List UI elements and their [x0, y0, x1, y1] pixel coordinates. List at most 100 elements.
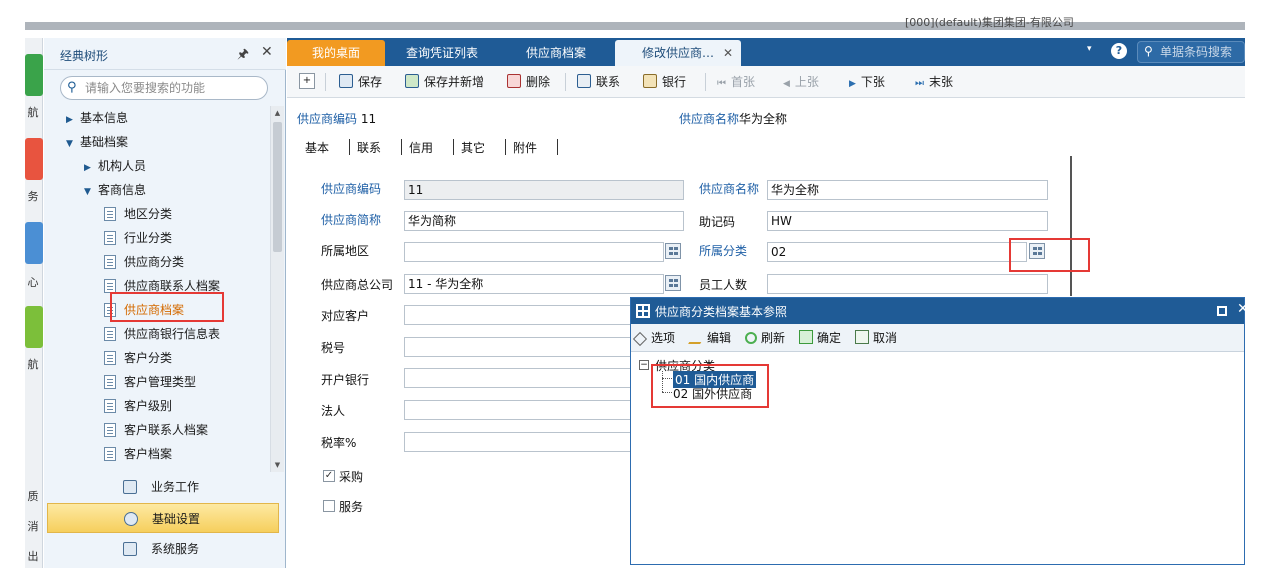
tree-node-customer-level[interactable]: 客户级别 [104, 394, 172, 418]
subtab-contact[interactable]: 联系 [357, 139, 381, 156]
function-search-box[interactable]: ⚲ [60, 76, 268, 100]
tree-node-basic-archives[interactable]: ▼ 基础档案 [66, 130, 128, 154]
bank-label: 开户银行 [321, 373, 370, 387]
tree-node-supplier-bank-info[interactable]: 供应商银行信息表 [104, 322, 220, 346]
subtab-credit[interactable]: 信用 [409, 139, 433, 156]
tree-node-supplier-category[interactable]: 供应商分类 [104, 250, 184, 274]
subtab-other[interactable]: 其它 [461, 139, 485, 156]
last-record-button[interactable]: ⏭ 末张 [915, 73, 953, 91]
tree-node-customer-category[interactable]: 客户分类 [104, 346, 172, 370]
tree-node-customer-contacts[interactable]: 客户联系人档案 [104, 418, 208, 442]
save-button[interactable]: 保存 [339, 73, 382, 91]
parent-company-reference-icon[interactable] [665, 275, 681, 291]
employees-field[interactable] [767, 274, 1048, 294]
next-icon: ▶ [849, 79, 856, 89]
supplier-name-field[interactable]: 华为全称 [767, 180, 1048, 200]
refresh-button[interactable]: 刷新 [745, 329, 785, 347]
scroll-down-icon[interactable]: ▼ [271, 458, 284, 472]
subtab-basic[interactable]: 基本 [305, 139, 329, 156]
barcode-search-box[interactable]: ⚲ [1137, 41, 1245, 63]
service-checkbox[interactable] [323, 500, 335, 512]
scroll-thumb[interactable] [273, 122, 282, 252]
rail-module-green-icon[interactable] [25, 54, 43, 96]
tab-edit-supplier[interactable]: 修改供应商… ✕ [615, 40, 741, 66]
parent-company-field[interactable]: 11 - 华为全称 [404, 274, 664, 294]
options-button[interactable]: 选项 [632, 329, 675, 347]
supplier-abbr-field[interactable]: 华为简称 [404, 211, 684, 231]
dialog-title-bar[interactable]: 供应商分类档案基本参照 ✕ [631, 298, 1249, 324]
purchase-checkbox[interactable]: ✓ [323, 470, 335, 482]
tab-voucher-list[interactable]: 查询凭证列表 [387, 40, 497, 66]
last-icon: ⏭ [915, 78, 924, 89]
tab-dropdown-icon[interactable]: ▾ [1087, 44, 1092, 54]
first-record-button[interactable]: ⏮ 首张 [717, 73, 755, 91]
tree-node-industry-category[interactable]: 行业分类 [104, 226, 172, 250]
previous-record-button[interactable]: ◀ 上张 [783, 73, 819, 91]
rail-module-lime-icon[interactable] [25, 306, 43, 348]
rail-label-6: 消 [27, 520, 39, 533]
pin-icon[interactable]: 🖈 [237, 45, 249, 67]
ok-button[interactable]: 确定 [799, 329, 841, 347]
tree-node-label: 机构人员 [98, 159, 147, 173]
tree-node-org-staff[interactable]: ▶ 机构人员 [84, 154, 146, 178]
tab-close-icon[interactable]: ✕ [723, 40, 733, 66]
service-label: 服务 [339, 500, 364, 514]
nav-label: 基础设置 [152, 512, 201, 526]
document-icon [104, 375, 116, 389]
edit-button[interactable]: 编辑 [688, 329, 731, 347]
nav-business-work[interactable]: 业务工作 [47, 472, 279, 502]
function-search-input[interactable] [85, 79, 263, 97]
header-supplier-code: 供应商编码 11 [297, 110, 376, 127]
tree-node-basic-info[interactable]: ▶ 基本信息 [66, 106, 128, 130]
search-icon: ⚲ [1144, 44, 1153, 58]
close-icon[interactable]: ✕ [261, 44, 273, 60]
business-work-icon [123, 480, 137, 494]
header-supplier-name: 供应商名称华为全称 [679, 110, 787, 127]
search-icon: ⚲ [67, 80, 77, 95]
header-code-value: 11 [360, 112, 377, 126]
subtab-attachment[interactable]: 附件 [513, 139, 537, 156]
panel-title: 经典树形 [60, 49, 109, 63]
tree-scrollbar[interactable]: ▲ ▼ [270, 106, 284, 472]
rail-module-blue-icon[interactable] [25, 222, 43, 264]
region-label: 所属地区 [321, 244, 370, 258]
tree-collapse-icon[interactable]: − [639, 360, 649, 370]
document-icon [104, 351, 116, 365]
first-label: 首张 [731, 75, 756, 89]
prev-label: 上张 [794, 75, 819, 89]
parent-company-label: 供应商总公司 [321, 278, 394, 292]
tree-node-customer-supplier-info[interactable]: ▼ 客商信息 [84, 178, 146, 202]
tab-my-desktop[interactable]: 我的桌面 [287, 40, 385, 66]
tab-supplier-archive[interactable]: 供应商档案 [501, 40, 611, 66]
region-field[interactable] [404, 242, 664, 262]
barcode-search-input[interactable] [1160, 43, 1244, 61]
bank-button[interactable]: 银行 [643, 73, 686, 91]
cancel-button[interactable]: 取消 [855, 329, 897, 347]
save-and-new-button[interactable]: 保存并新增 [405, 73, 484, 91]
tree-node-region-category[interactable]: 地区分类 [104, 202, 172, 226]
region-reference-icon[interactable] [665, 243, 681, 259]
add-icon[interactable]: + [299, 73, 315, 89]
chevron-down-icon: ▼ [84, 187, 91, 197]
dialog-close-icon[interactable]: ✕ [1237, 301, 1249, 317]
category-field[interactable]: 02 [767, 242, 1027, 262]
scroll-up-icon[interactable]: ▲ [271, 106, 284, 120]
mnemonic-field[interactable]: HW [767, 211, 1048, 231]
tree-node-customer-archive[interactable]: 客户档案 [104, 442, 172, 466]
document-icon [104, 399, 116, 413]
help-icon[interactable]: ? [1111, 43, 1127, 59]
rail-label-2: 务 [27, 190, 39, 203]
nav-system-service[interactable]: 系统服务 [47, 534, 279, 564]
tree-node-label: 客户档案 [124, 447, 173, 461]
next-record-button[interactable]: ▶ 下张 [849, 73, 885, 91]
contact-button[interactable]: 联系 [577, 73, 620, 91]
maximize-icon[interactable] [1217, 306, 1227, 316]
delete-button[interactable]: 删除 [507, 73, 550, 91]
nav-basic-settings[interactable]: 基础设置 [47, 503, 279, 533]
tree-node-customer-mgmt-type[interactable]: 客户管理类型 [104, 370, 196, 394]
save-button-label: 保存 [358, 75, 383, 89]
cancel-icon [855, 330, 869, 344]
chevron-right-icon: ▶ [66, 115, 73, 125]
tree-node-label: 地区分类 [124, 207, 173, 221]
rail-module-red-icon[interactable] [25, 138, 43, 180]
